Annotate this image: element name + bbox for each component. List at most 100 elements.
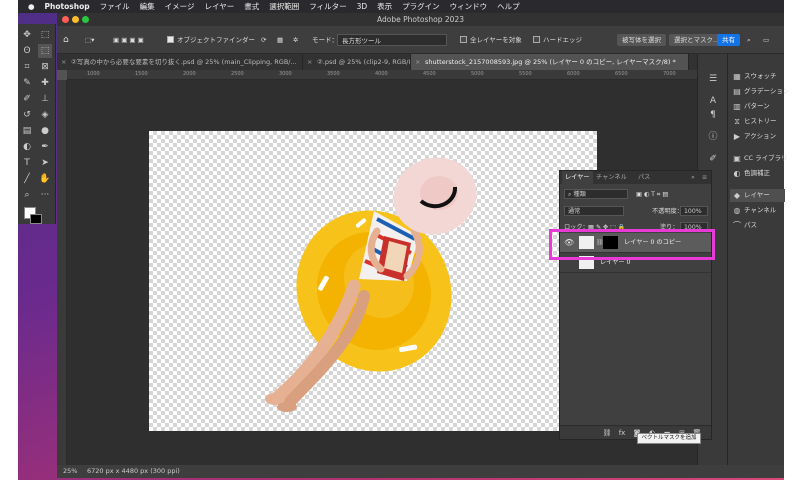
panel-patterns[interactable]: ▥ パターン <box>730 100 785 113</box>
brush-tool-icon[interactable]: ✐ <box>20 92 34 106</box>
menu-file[interactable]: ファイル <box>100 1 130 12</box>
ruler-mark: 6000 <box>567 71 580 77</box>
blur-tool-icon[interactable]: ● <box>38 124 52 138</box>
share-button[interactable]: 共有 <box>717 34 740 46</box>
grid-icon: ▦ <box>733 72 741 81</box>
character-icon[interactable]: A <box>706 94 720 108</box>
menu-filter[interactable]: フィルター <box>309 1 346 12</box>
gradient-tool-icon[interactable]: ▤ <box>20 124 34 138</box>
settings-gear-icon[interactable]: ✲ <box>293 34 298 46</box>
library-icon: ▣ <box>733 154 741 163</box>
dodge-tool-icon[interactable]: ◐ <box>20 140 34 154</box>
layer-kind-value: 種類 <box>573 191 586 198</box>
move-tool-icon[interactable]: ✥ <box>20 28 34 42</box>
all-layers-toggle[interactable]: 全レイヤーを対象 <box>460 34 522 46</box>
menu-image[interactable]: イメージ <box>165 1 195 12</box>
object-finder-toggle[interactable]: オブジェクトファインダー <box>167 34 255 46</box>
blend-mode-select[interactable]: 通常 <box>564 206 624 216</box>
tool-preset-icon[interactable]: ⬚▾ <box>85 34 94 46</box>
minimize-window-icon[interactable] <box>72 16 79 23</box>
panel-gradients[interactable]: ▤ グラデーション <box>730 85 789 98</box>
path-select-tool-icon[interactable]: ➤ <box>38 156 52 170</box>
tab-layers[interactable]: レイヤー <box>562 171 593 184</box>
layer-kind-select[interactable]: ⌕ 種類 <box>564 189 628 199</box>
menu-select[interactable]: 選択範囲 <box>269 1 299 12</box>
background-color-swatch[interactable] <box>30 214 42 224</box>
crop-tool-icon[interactable]: ⌗ <box>20 60 34 74</box>
tab-document-2[interactable]: × ②.psd @ 25% (clip2-9, RGB/8... <box>303 54 411 70</box>
all-layers-checkbox[interactable] <box>460 36 467 43</box>
tab-close-icon[interactable]: × <box>61 54 66 70</box>
panel-actions[interactable]: ▶ アクション <box>730 130 785 143</box>
properties-icon[interactable]: ☰ <box>706 72 720 86</box>
panel-history[interactable]: ⧖ ヒストリー <box>730 115 785 128</box>
panel-adjustments[interactable]: ◐ 色調補正 <box>730 167 785 180</box>
info-icon[interactable]: ⓘ <box>706 130 720 144</box>
eraser-tool-icon[interactable]: ◈ <box>38 108 52 122</box>
type-tool-icon[interactable]: T <box>20 156 34 170</box>
layer-style-icon[interactable]: fx <box>617 428 627 438</box>
frame-tool-icon[interactable]: ⊠ <box>38 60 52 74</box>
history-brush-tool-icon[interactable]: ↺ <box>20 108 34 122</box>
home-icon[interactable]: ⌂ <box>63 34 69 46</box>
close-window-icon[interactable] <box>62 16 69 23</box>
menu-window[interactable]: ウィンドウ <box>450 1 488 12</box>
object-finder-checkbox[interactable] <box>167 36 174 43</box>
menu-app-name[interactable]: Photoshop <box>45 2 90 11</box>
panel-collapse-icon[interactable]: » <box>691 171 695 184</box>
adjust-icon: ◐ <box>733 169 741 178</box>
panel-menu-icon[interactable]: ≡ <box>702 171 707 184</box>
hard-edge-toggle[interactable]: ハードエッジ <box>533 34 582 46</box>
ruler-mark: 3500 <box>327 71 340 77</box>
menu-plugins[interactable]: プラグイン <box>402 1 440 12</box>
overlay-icon[interactable]: ▦ <box>277 34 283 46</box>
link-layers-icon[interactable]: ⛓ <box>602 428 612 438</box>
more-tools-icon[interactable]: ··· <box>38 188 52 202</box>
panel-layers[interactable]: ◆ レイヤー <box>730 189 785 202</box>
zoom-level[interactable]: 25% <box>63 465 77 478</box>
layer-filter-icons[interactable]: ▣ ◐ T ⌗ ▤ <box>636 188 668 201</box>
select-and-mask-button[interactable]: 選択とマスク... <box>669 34 725 46</box>
zoom-window-icon[interactable] <box>82 16 89 23</box>
menu-edit[interactable]: 編集 <box>140 1 155 12</box>
menu-3d[interactable]: 3D <box>357 2 368 11</box>
panel-cc-libraries[interactable]: ▣ CC ライブラリ <box>730 152 787 165</box>
line-tool-icon[interactable]: ╱ <box>20 172 34 186</box>
refresh-icon[interactable]: ⟳ <box>261 34 266 46</box>
hand-tool-icon[interactable]: ✋ <box>38 172 52 186</box>
mode-select[interactable]: 長方形ツール <box>337 34 447 46</box>
object-select-tool-icon[interactable]: ⬚ <box>38 44 52 58</box>
pen-tool-icon[interactable]: ✒ <box>38 140 52 154</box>
apple-menu-icon[interactable]: ● <box>28 2 35 11</box>
eyedropper-tool-icon[interactable]: ✎ <box>20 76 34 90</box>
menu-layer[interactable]: レイヤー <box>204 1 234 12</box>
tab-document-1[interactable]: × ②写真の中から必要な要素を切り抜く.psd @ 25% (main_Clipp… <box>57 54 303 70</box>
zoom-tool-icon[interactable]: ⌕ <box>20 188 34 202</box>
selection-mode-icons[interactable]: ▣ ▣ ▣ ▣ <box>113 34 144 46</box>
paragraph-icon[interactable]: ¶ <box>706 108 720 122</box>
document-tabs: × ②写真の中から必要な要素を切り抜く.psd @ 25% (main_Clipp… <box>57 54 733 70</box>
panel-swatches[interactable]: ▦ スウォッチ <box>730 70 785 83</box>
search-icon[interactable]: ⌕ <box>747 34 751 46</box>
tooltip: ベクトルマスクを追加 <box>637 433 701 444</box>
tab-document-3[interactable]: × shutterstock_2157008593.jpg @ 25% (レイヤー… <box>411 54 689 70</box>
brush-settings-icon[interactable]: ✐ <box>706 152 720 166</box>
stamp-tool-icon[interactable]: ⊥ <box>38 92 52 106</box>
marquee-tool-icon[interactable]: ⬚ <box>38 28 52 42</box>
tab-paths[interactable]: パス <box>638 171 650 184</box>
menu-view[interactable]: 表示 <box>377 1 392 12</box>
lasso-tool-icon[interactable]: ʘ <box>20 44 34 58</box>
select-subject-button[interactable]: 被写体を選択 <box>617 34 666 46</box>
tab-close-icon[interactable]: × <box>307 54 312 70</box>
hard-edge-checkbox[interactable] <box>533 36 540 43</box>
panel-paths[interactable]: ⌒ パス <box>730 219 785 232</box>
document-canvas[interactable] <box>149 131 597 431</box>
workspace-icon[interactable]: ▭ <box>763 34 769 46</box>
tab-close-icon[interactable]: × <box>415 54 420 70</box>
panel-channels[interactable]: ◍ チャンネル <box>730 204 785 217</box>
tab-channels[interactable]: チャンネル <box>596 171 627 184</box>
opacity-input[interactable]: 100% <box>680 206 708 216</box>
menu-type[interactable]: 書式 <box>244 1 259 12</box>
menu-help[interactable]: ヘルプ <box>497 1 520 12</box>
healing-tool-icon[interactable]: ✚ <box>38 76 52 90</box>
